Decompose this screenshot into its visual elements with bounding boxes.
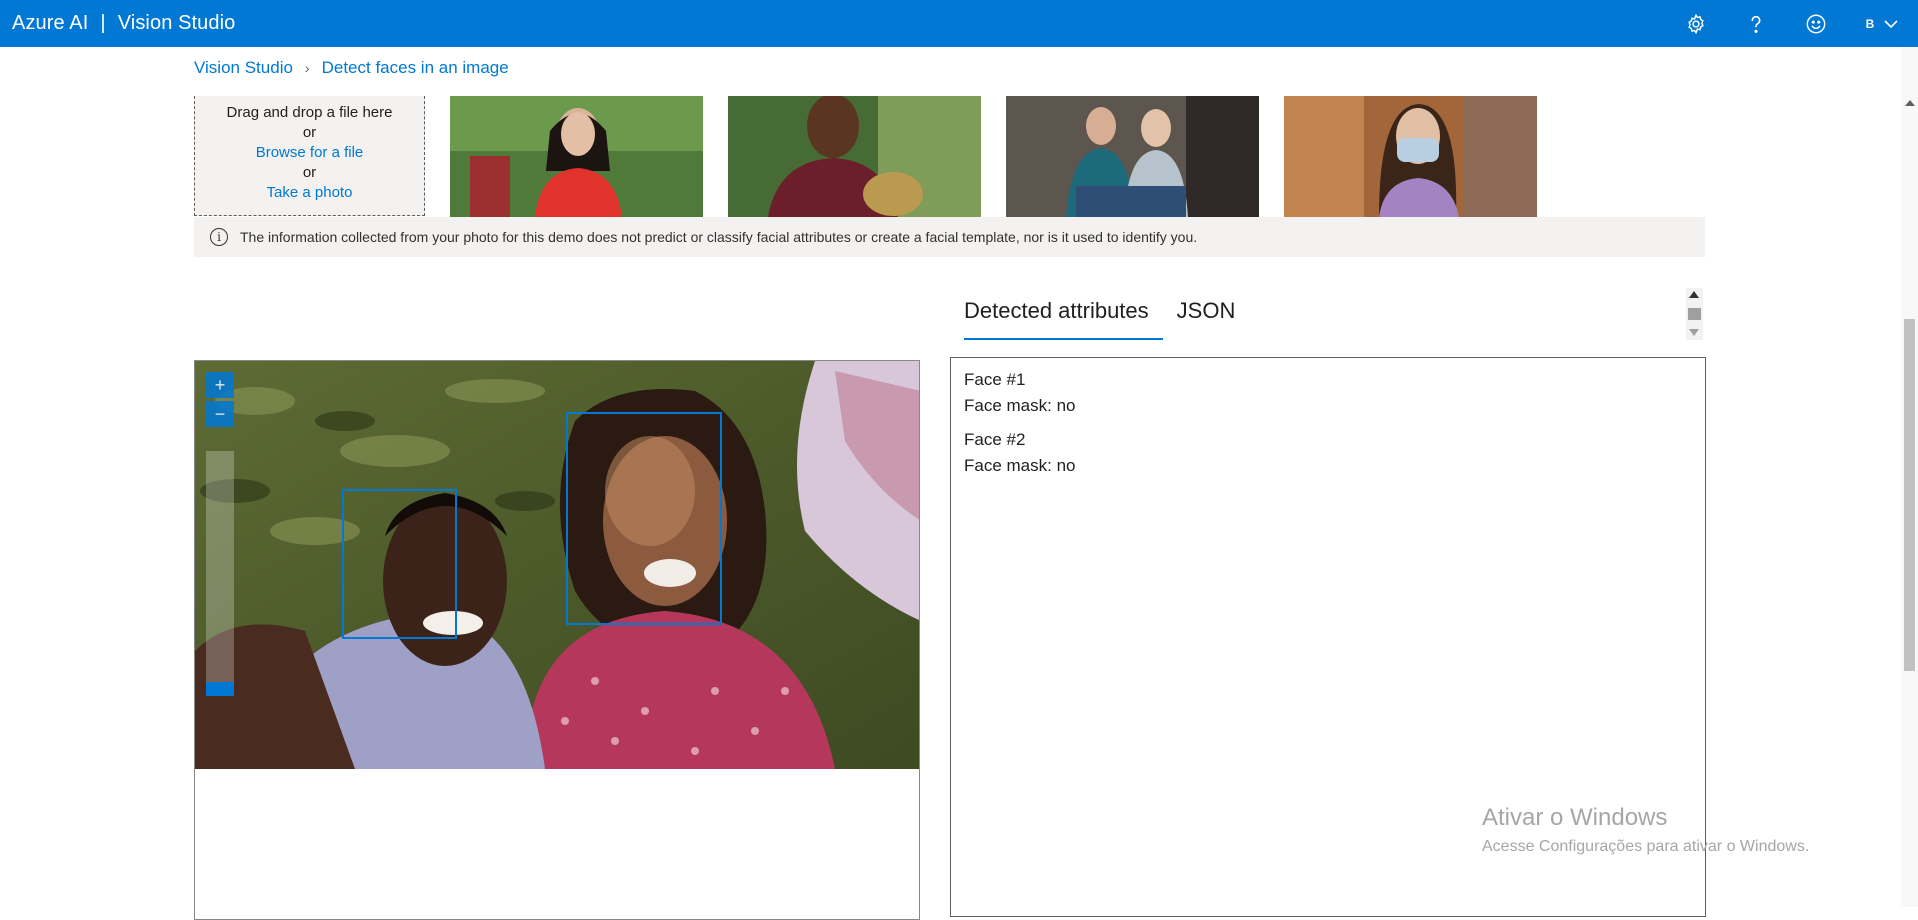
privacy-notice-text: The information collected from your phot… — [240, 229, 1198, 245]
scroll-up-arrow-icon[interactable] — [1905, 100, 1915, 106]
face-result-2: Face #2 Face mask: no — [964, 427, 1692, 479]
page-scrollbar[interactable] — [1901, 47, 1918, 907]
breadcrumb: Vision Studio › Detect faces in an image — [194, 58, 509, 78]
face-title: Face #1 — [964, 370, 1026, 389]
sample-image-4[interactable] — [1284, 96, 1537, 217]
sample-image-2[interactable] — [728, 96, 981, 217]
face-mask-value: Face mask: no — [964, 396, 1076, 415]
info-icon: i — [210, 228, 228, 246]
face-mask-value: Face mask: no — [964, 456, 1076, 475]
settings-icon[interactable] — [1666, 0, 1726, 47]
brand-separator: | — [100, 12, 106, 34]
account-menu[interactable]: B — [1846, 0, 1918, 47]
watermark-subtitle: Acesse Configurações para ativar o Windo… — [1482, 838, 1810, 855]
scroll-up-arrow-icon[interactable] — [1689, 291, 1699, 298]
dropzone-instruction: Drag and drop a file here — [226, 104, 393, 121]
tab-json[interactable]: JSON — [1163, 288, 1250, 340]
page-scrollbar-thumb[interactable] — [1904, 319, 1915, 671]
scroll-down-arrow-icon[interactable] — [1689, 329, 1699, 336]
watermark-title: Ativar o Windows — [1482, 804, 1668, 831]
chevron-right-icon: › — [304, 60, 310, 76]
help-icon[interactable] — [1726, 0, 1786, 47]
upload-dropzone[interactable]: Drag and drop a file here or Browse for … — [194, 96, 425, 216]
image-canvas: + − — [194, 360, 920, 920]
zoom-out-button[interactable]: − — [206, 401, 234, 427]
zoom-in-button[interactable]: + — [206, 372, 234, 398]
zoom-slider[interactable] — [206, 451, 234, 696]
brand-name: Azure AI — [12, 12, 89, 34]
result-tabs: Detected attributes JSON — [950, 288, 1249, 340]
windows-activation-watermark: Ativar o Windows Acesse Configurações pa… — [1482, 804, 1809, 856]
scrollbar-thumb[interactable] — [1688, 308, 1701, 320]
product-name: Vision Studio — [117, 12, 236, 34]
feedback-smiley-icon[interactable] — [1786, 0, 1846, 47]
zoom-slider-handle[interactable] — [206, 682, 234, 696]
analyzed-photo — [195, 361, 919, 769]
sample-image-3[interactable] — [1006, 96, 1259, 217]
face-result-1: Face #1 Face mask: no — [964, 367, 1692, 419]
breadcrumb-root-link[interactable]: Vision Studio — [194, 58, 293, 78]
tab-detected-attributes[interactable]: Detected attributes — [950, 288, 1163, 340]
privacy-notice: i The information collected from your ph… — [194, 217, 1705, 257]
sample-image-1[interactable] — [450, 96, 703, 217]
face-bounding-box-2[interactable] — [566, 412, 722, 625]
dropzone-or: or — [302, 124, 317, 141]
take-photo-link[interactable]: Take a photo — [195, 183, 424, 203]
browse-file-link[interactable]: Browse for a file — [195, 143, 424, 163]
app-brand[interactable]: Azure AI | Vision Studio — [0, 12, 235, 35]
tabs-scrollbar[interactable] — [1686, 288, 1703, 340]
top-bar: Azure AI | Vision Studio B — [0, 0, 1918, 47]
face-title: Face #2 — [964, 430, 1026, 449]
face-bounding-box-1[interactable] — [342, 489, 457, 639]
avatar: B — [1865, 16, 1875, 31]
dropzone-or: or — [302, 164, 317, 181]
breadcrumb-current[interactable]: Detect faces in an image — [322, 58, 509, 78]
chevron-down-icon — [1884, 19, 1898, 28]
